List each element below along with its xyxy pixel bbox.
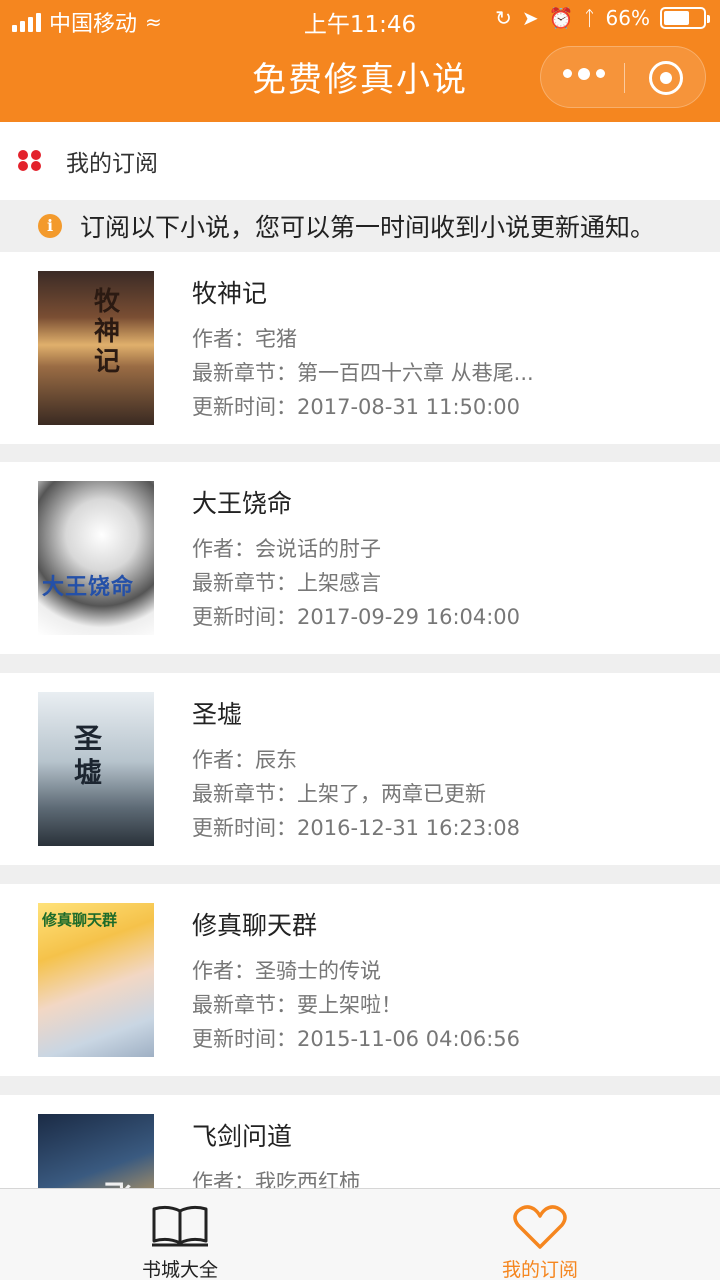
more-menu-button[interactable] [563,67,605,80]
cover-title: 牧神记 [94,287,121,377]
book-item[interactable]: 圣墟 圣墟 作者：辰东 最新章节：上架了，两章已更新 更新时间：2016-12-… [0,673,720,865]
book-item[interactable]: 修真聊天群 修真聊天群 作者：圣骑士的传说 最新章节：要上架啦！ 更新时间：20… [0,884,720,1076]
status-bar: 中国移动 ≈ 上午11:46 ↻ ➤ ⏰ ᛏ 66% [0,0,720,40]
cover-title: 大王饶命 [42,574,135,600]
book-author: 作者：辰东 [192,748,297,772]
book-cover: 修真聊天群 [38,903,154,1057]
alarm-icon: ⏰ [548,6,574,30]
tab-label: 我的订阅 [501,1259,578,1280]
book-cover: 牧神记 [38,271,154,425]
heart-icon [513,1205,567,1249]
book-latest-chapter: 最新章节：要上架啦！ [192,993,402,1017]
cover-title: 修真聊天群 [42,911,118,929]
tab-label: 书城大全 [141,1259,218,1280]
section-title: 我的订阅 [66,151,158,177]
battery-percent: 66% [605,6,650,30]
book-cover: 飞剑 [38,1114,154,1188]
notice-text: 订阅以下小说，您可以第一时间收到小说更新通知。 [80,213,656,242]
book-title: 牧神记 [192,279,268,308]
book-latest-chapter: 最新章节：第一百四十六章 从巷尾... [192,361,534,385]
book-updated-time: 更新时间：2017-08-31 11:50:00 [192,395,521,419]
book-latest-chapter: 最新章节：上架了，两章已更新 [192,782,486,806]
tab-subscriptions[interactable]: 我的订阅 [360,1189,720,1280]
book-author: 作者：圣骑士的传说 [192,959,381,983]
location-icon: ➤ [521,6,539,30]
tab-bookstore[interactable]: 书城大全 [0,1189,360,1280]
cover-title: 飞剑 [104,1174,144,1188]
subscribe-notice: i 订阅以下小说，您可以第一时间收到小说更新通知。 [0,200,720,252]
battery-icon [660,7,710,29]
page-title: 免费修真小说 [252,60,468,100]
book-item[interactable]: 大王饶命 大王饶命 作者：会说话的肘子 最新章节：上架感言 更新时间：2017-… [0,462,720,654]
section-header: 我的订阅 [0,122,720,200]
miniprogram-capsule [540,46,706,108]
tab-bar: 书城大全 我的订阅 [0,1188,720,1280]
app-header: 中国移动 ≈ 上午11:46 ↻ ➤ ⏰ ᛏ 66% 免费修真小说 [0,0,720,122]
info-icon: i [38,214,62,238]
book-icon [152,1205,208,1247]
bluetooth-icon: ᛏ [583,6,596,30]
book-updated-time: 更新时间：2015-11-06 04:06:56 [192,1027,521,1051]
capsule-divider [624,63,625,93]
cover-title: 圣墟 [74,722,103,789]
book-item[interactable]: 飞剑 飞剑问道 作者：我吃西红柿 [0,1095,720,1188]
book-author: 作者：会说话的肘子 [192,537,381,561]
book-item[interactable]: 牧神记 牧神记 作者：宅猪 最新章节：第一百四十六章 从巷尾... 更新时间：2… [0,252,720,444]
close-miniprogram-button[interactable] [649,61,683,95]
book-author: 作者：我吃西红柿 [192,1170,360,1188]
clover-icon [18,149,42,173]
book-title: 飞剑问道 [192,1122,293,1151]
book-title: 大王饶命 [192,489,293,518]
book-author: 作者：宅猪 [192,327,297,351]
book-title: 圣墟 [192,700,243,729]
book-cover: 圣墟 [38,692,154,846]
book-cover: 大王饶命 [38,481,154,635]
rotation-lock-icon: ↻ [495,6,512,30]
book-latest-chapter: 最新章节：上架感言 [192,571,381,595]
book-title: 修真聊天群 [192,911,318,940]
book-updated-time: 更新时间：2017-09-29 16:04:00 [192,605,521,629]
book-updated-time: 更新时间：2016-12-31 16:23:08 [192,816,521,840]
book-list: 牧神记 牧神记 作者：宅猪 最新章节：第一百四十六章 从巷尾... 更新时间：2… [0,252,720,1188]
